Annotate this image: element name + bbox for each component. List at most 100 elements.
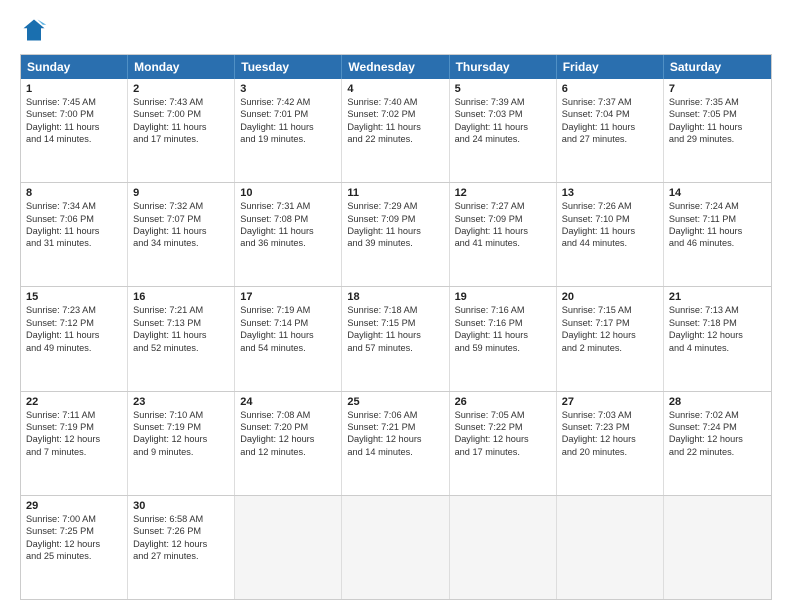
day-number: 14 — [669, 187, 766, 199]
cell-text-line: Sunrise: 7:19 AM — [240, 304, 336, 316]
cell-text-line: Daylight: 11 hours — [669, 121, 766, 133]
empty-cell — [557, 496, 664, 599]
cell-text-line: Daylight: 12 hours — [562, 329, 658, 341]
cell-text-line: and 14 minutes. — [26, 133, 122, 145]
cell-text-line: Sunset: 7:26 PM — [133, 525, 229, 537]
cell-text-line: and 27 minutes. — [133, 550, 229, 562]
day-cell-10: 10Sunrise: 7:31 AMSunset: 7:08 PMDayligh… — [235, 183, 342, 286]
day-cell-16: 16Sunrise: 7:21 AMSunset: 7:13 PMDayligh… — [128, 287, 235, 390]
cell-text-line: Sunset: 7:00 PM — [26, 108, 122, 120]
cell-text-line: Daylight: 11 hours — [347, 121, 443, 133]
day-cell-1: 1Sunrise: 7:45 AMSunset: 7:00 PMDaylight… — [21, 79, 128, 182]
cell-text-line: Sunset: 7:23 PM — [562, 421, 658, 433]
day-number: 25 — [347, 396, 443, 408]
cell-text-line: Daylight: 11 hours — [562, 121, 658, 133]
day-number: 13 — [562, 187, 658, 199]
cell-text-line: Sunset: 7:03 PM — [455, 108, 551, 120]
header-day-wednesday: Wednesday — [342, 55, 449, 79]
cell-text-line: Sunset: 7:19 PM — [133, 421, 229, 433]
day-cell-25: 25Sunrise: 7:06 AMSunset: 7:21 PMDayligh… — [342, 392, 449, 495]
day-number: 9 — [133, 187, 229, 199]
cell-text-line: Sunrise: 7:35 AM — [669, 96, 766, 108]
day-number: 20 — [562, 291, 658, 303]
day-number: 10 — [240, 187, 336, 199]
day-number: 11 — [347, 187, 443, 199]
cell-text-line: and 22 minutes. — [669, 446, 766, 458]
calendar-header: SundayMondayTuesdayWednesdayThursdayFrid… — [21, 55, 771, 79]
day-cell-20: 20Sunrise: 7:15 AMSunset: 7:17 PMDayligh… — [557, 287, 664, 390]
empty-cell — [235, 496, 342, 599]
header-day-friday: Friday — [557, 55, 664, 79]
calendar-body: 1Sunrise: 7:45 AMSunset: 7:00 PMDaylight… — [21, 79, 771, 599]
cell-text-line: Sunset: 7:25 PM — [26, 525, 122, 537]
day-number: 22 — [26, 396, 122, 408]
cell-text-line: Sunrise: 7:06 AM — [347, 409, 443, 421]
cell-text-line: Sunrise: 7:08 AM — [240, 409, 336, 421]
day-cell-13: 13Sunrise: 7:26 AMSunset: 7:10 PMDayligh… — [557, 183, 664, 286]
day-cell-29: 29Sunrise: 7:00 AMSunset: 7:25 PMDayligh… — [21, 496, 128, 599]
day-cell-15: 15Sunrise: 7:23 AMSunset: 7:12 PMDayligh… — [21, 287, 128, 390]
cell-text-line: Sunset: 7:19 PM — [26, 421, 122, 433]
cell-text-line: Sunrise: 7:37 AM — [562, 96, 658, 108]
day-number: 4 — [347, 83, 443, 95]
cell-text-line: and 59 minutes. — [455, 342, 551, 354]
header-day-monday: Monday — [128, 55, 235, 79]
day-number: 15 — [26, 291, 122, 303]
cell-text-line: and 22 minutes. — [347, 133, 443, 145]
cell-text-line: and 44 minutes. — [562, 237, 658, 249]
cell-text-line: and 29 minutes. — [669, 133, 766, 145]
cell-text-line: Sunset: 7:10 PM — [562, 213, 658, 225]
cell-text-line: Daylight: 11 hours — [26, 329, 122, 341]
cell-text-line: and 4 minutes. — [669, 342, 766, 354]
calendar-row-4: 22Sunrise: 7:11 AMSunset: 7:19 PMDayligh… — [21, 391, 771, 495]
cell-text-line: Sunset: 7:18 PM — [669, 317, 766, 329]
cell-text-line: Sunset: 7:22 PM — [455, 421, 551, 433]
day-cell-27: 27Sunrise: 7:03 AMSunset: 7:23 PMDayligh… — [557, 392, 664, 495]
cell-text-line: and 24 minutes. — [455, 133, 551, 145]
day-cell-2: 2Sunrise: 7:43 AMSunset: 7:00 PMDaylight… — [128, 79, 235, 182]
cell-text-line: Sunset: 7:09 PM — [455, 213, 551, 225]
cell-text-line: Sunset: 7:09 PM — [347, 213, 443, 225]
day-cell-7: 7Sunrise: 7:35 AMSunset: 7:05 PMDaylight… — [664, 79, 771, 182]
day-cell-28: 28Sunrise: 7:02 AMSunset: 7:24 PMDayligh… — [664, 392, 771, 495]
empty-cell — [342, 496, 449, 599]
cell-text-line: Sunrise: 7:02 AM — [669, 409, 766, 421]
cell-text-line: Sunrise: 7:16 AM — [455, 304, 551, 316]
cell-text-line: and 39 minutes. — [347, 237, 443, 249]
cell-text-line: Daylight: 12 hours — [347, 433, 443, 445]
calendar-row-2: 8Sunrise: 7:34 AMSunset: 7:06 PMDaylight… — [21, 182, 771, 286]
day-cell-9: 9Sunrise: 7:32 AMSunset: 7:07 PMDaylight… — [128, 183, 235, 286]
day-cell-21: 21Sunrise: 7:13 AMSunset: 7:18 PMDayligh… — [664, 287, 771, 390]
cell-text-line: and 25 minutes. — [26, 550, 122, 562]
cell-text-line: Sunset: 7:12 PM — [26, 317, 122, 329]
cell-text-line: Daylight: 11 hours — [133, 121, 229, 133]
cell-text-line: Sunrise: 7:29 AM — [347, 200, 443, 212]
cell-text-line: and 9 minutes. — [133, 446, 229, 458]
cell-text-line: Sunrise: 7:05 AM — [455, 409, 551, 421]
cell-text-line: Sunset: 7:01 PM — [240, 108, 336, 120]
day-number: 5 — [455, 83, 551, 95]
day-number: 12 — [455, 187, 551, 199]
day-cell-24: 24Sunrise: 7:08 AMSunset: 7:20 PMDayligh… — [235, 392, 342, 495]
day-number: 2 — [133, 83, 229, 95]
day-number: 21 — [669, 291, 766, 303]
day-cell-30: 30Sunrise: 6:58 AMSunset: 7:26 PMDayligh… — [128, 496, 235, 599]
day-number: 19 — [455, 291, 551, 303]
cell-text-line: and 54 minutes. — [240, 342, 336, 354]
day-number: 3 — [240, 83, 336, 95]
day-number: 24 — [240, 396, 336, 408]
cell-text-line: and 57 minutes. — [347, 342, 443, 354]
logo — [20, 16, 52, 44]
cell-text-line: Daylight: 12 hours — [240, 433, 336, 445]
cell-text-line: Daylight: 11 hours — [455, 225, 551, 237]
cell-text-line: Daylight: 11 hours — [240, 225, 336, 237]
day-cell-14: 14Sunrise: 7:24 AMSunset: 7:11 PMDayligh… — [664, 183, 771, 286]
cell-text-line: Daylight: 11 hours — [240, 121, 336, 133]
day-cell-17: 17Sunrise: 7:19 AMSunset: 7:14 PMDayligh… — [235, 287, 342, 390]
cell-text-line: Daylight: 11 hours — [26, 225, 122, 237]
cell-text-line: Sunset: 7:06 PM — [26, 213, 122, 225]
logo-icon — [20, 16, 48, 44]
day-number: 18 — [347, 291, 443, 303]
day-number: 1 — [26, 83, 122, 95]
cell-text-line: Sunset: 7:11 PM — [669, 213, 766, 225]
